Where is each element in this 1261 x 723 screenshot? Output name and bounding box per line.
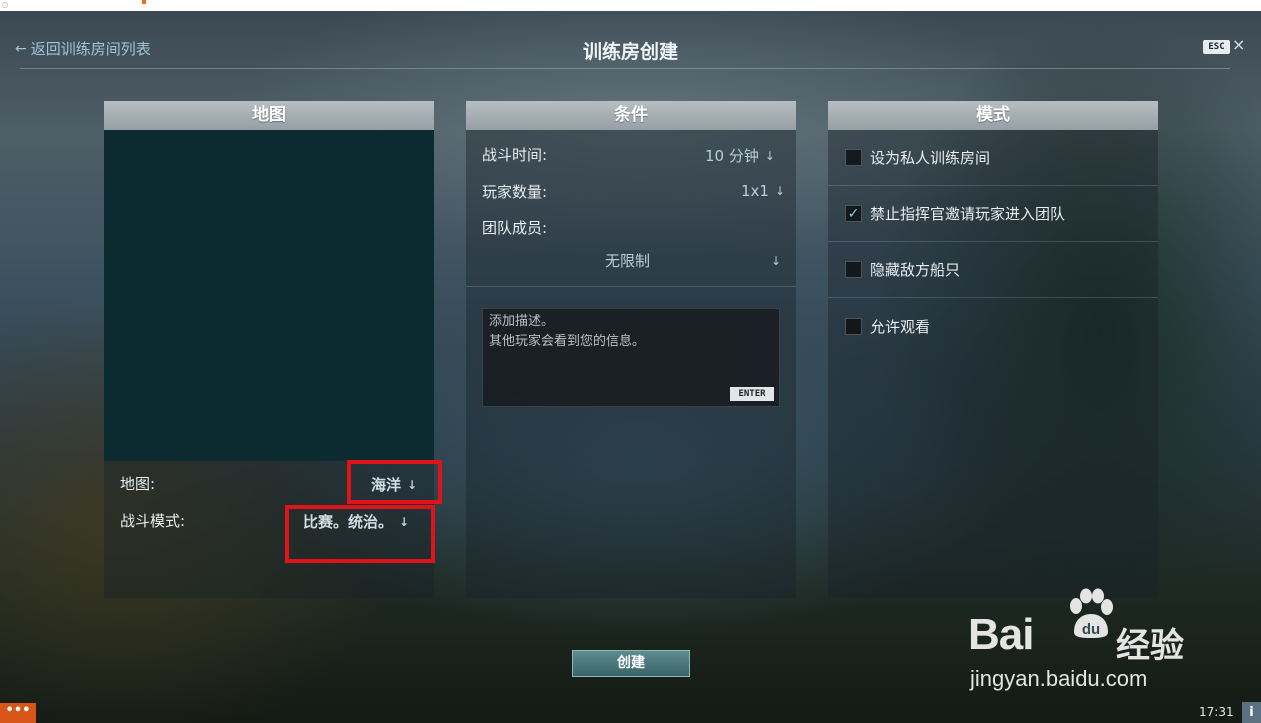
mode-option-private-room[interactable]: 设为私人训练房间 <box>828 130 1158 186</box>
watermark-brand: Bai <box>968 610 1034 659</box>
private-room-checkbox[interactable] <box>845 149 862 166</box>
map-preview <box>104 130 434 461</box>
player-count-label: 玩家数量: <box>482 183 548 201</box>
mode-option-label: 设为私人训练房间 <box>870 149 991 167</box>
highlight-map-select <box>347 460 442 504</box>
team-members-label: 团队成员: <box>482 219 548 237</box>
baidu-watermark: Bai du 经验 jingyan.baidu.com <box>968 588 1218 698</box>
allow-spectate-checkbox[interactable] <box>845 317 862 335</box>
page-icon <box>2 2 8 8</box>
mode-option-hide-enemy[interactable]: 隐藏敌方船只 <box>828 242 1158 298</box>
arrow-down-icon: ↓ <box>770 253 781 268</box>
info-button[interactable]: i <box>1242 702 1261 723</box>
mode-option-label: 禁止指挥官邀请玩家进入团队 <box>870 205 1066 223</box>
player-count-value: 1x1 <box>741 182 769 200</box>
enter-key-hint: ENTER <box>730 387 774 401</box>
watermark-brand-cn: 经验 <box>1116 626 1184 666</box>
description-box: ENTER <box>482 308 780 407</box>
player-count-select[interactable]: 1x1 ↓ <box>741 182 785 200</box>
battle-mode-label: 战斗模式: <box>120 512 186 530</box>
checkmark-icon: ✓ <box>847 205 860 222</box>
header-divider <box>20 68 1230 69</box>
paw-logo-icon: du <box>1070 588 1113 638</box>
browser-top-strip <box>0 0 1261 11</box>
arrow-down-icon: ↓ <box>764 148 775 163</box>
forbid-invite-checkbox[interactable]: ✓ <box>845 205 862 222</box>
mode-option-forbid-invite[interactable]: ✓ 禁止指挥官邀请玩家进入团队 <box>828 186 1158 242</box>
mode-option-allow-spectate[interactable]: 允许观看 <box>828 298 1158 354</box>
battle-time-select[interactable]: 10 分钟 ↓ <box>705 145 775 166</box>
team-members-value: 无限制 <box>605 252 651 270</box>
page-title: 训练房创建 <box>582 41 678 63</box>
close-icon[interactable]: × <box>1232 35 1245 54</box>
esc-key-hint: ESC <box>1203 40 1230 54</box>
taskbar-clock: 17:31 <box>1199 705 1234 719</box>
conditions-panel-title: 条件 <box>466 101 796 130</box>
arrow-down-icon: ↓ <box>774 184 786 198</box>
watermark-url: jingyan.baidu.com <box>970 666 1148 691</box>
create-button[interactable]: 创建 <box>572 650 690 677</box>
battle-time-label: 战斗时间: <box>482 146 548 164</box>
mode-panel: 模式 设为私人训练房间 ✓ 禁止指挥官邀请玩家进入团队 隐藏敌方船只 允许观看 <box>828 101 1158 598</box>
team-members-select[interactable]: 无限制 ↓ <box>605 250 781 271</box>
conditions-divider <box>466 286 796 287</box>
highlight-battle-mode-select <box>285 505 435 563</box>
battle-time-value: 10 分钟 <box>705 147 759 165</box>
loading-indicator <box>142 0 146 4</box>
mode-option-label: 隐藏敌方船只 <box>870 261 961 279</box>
conditions-panel: 条件 战斗时间: 10 分钟 ↓ 玩家数量: 1x1 ↓ 团队成员: 无限制 ↓… <box>466 101 796 598</box>
map-label: 地图: <box>120 475 156 493</box>
map-panel-title: 地图 <box>104 101 434 130</box>
mode-panel-title: 模式 <box>828 101 1158 130</box>
taskbar-menu-button[interactable]: ••• <box>0 703 36 723</box>
hide-enemy-checkbox[interactable] <box>845 261 862 278</box>
svg-text:du: du <box>1082 621 1100 638</box>
mode-option-label: 允许观看 <box>870 317 931 336</box>
